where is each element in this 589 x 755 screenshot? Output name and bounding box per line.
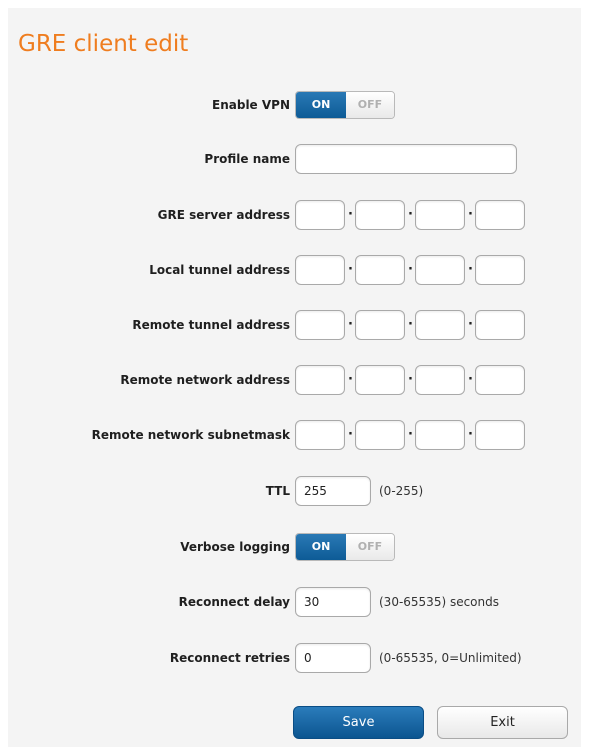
octet-separator: · [468, 317, 473, 332]
octet-separator: · [468, 262, 473, 277]
enable-vpn-on[interactable]: ON [296, 92, 346, 118]
remote-network-address-label: Remote network address [120, 373, 290, 387]
profile-name-label: Profile name [204, 152, 290, 166]
gre-server-address-label: GRE server address [157, 208, 290, 222]
reconnect-retries-row: Reconnect retries (0-65535, 0=Unlimited) [8, 643, 581, 673]
remote-network-subnetmask-row: Remote network subnetmask · · · [8, 420, 581, 450]
octet-separator: · [408, 372, 413, 387]
local-tunnel-octet-3[interactable] [415, 255, 465, 285]
octet-separator: · [348, 317, 353, 332]
subnetmask-octet-4[interactable] [475, 420, 525, 450]
octet-separator: · [348, 372, 353, 387]
reconnect-delay-hint: (30-65535) seconds [379, 595, 499, 609]
enable-vpn-toggle[interactable]: ON OFF [295, 91, 395, 119]
enable-vpn-label: Enable VPN [212, 98, 290, 112]
octet-separator: · [408, 207, 413, 222]
local-tunnel-octet-4[interactable] [475, 255, 525, 285]
octet-separator: · [408, 262, 413, 277]
subnetmask-octet-2[interactable] [355, 420, 405, 450]
ttl-label: TTL [265, 484, 290, 498]
remote-network-octet-4[interactable] [475, 365, 525, 395]
verbose-logging-label: Verbose logging [180, 540, 290, 554]
reconnect-retries-label: Reconnect retries [169, 651, 290, 665]
exit-button[interactable]: Exit [437, 706, 568, 739]
gre-server-octet-4[interactable] [475, 200, 525, 230]
reconnect-retries-input[interactable] [295, 643, 371, 673]
reconnect-delay-input[interactable] [295, 587, 371, 617]
remote-network-address-row: Remote network address · · · [8, 365, 581, 395]
subnetmask-octet-1[interactable] [295, 420, 345, 450]
enable-vpn-off[interactable]: OFF [346, 92, 394, 118]
ttl-row: TTL (0-255) [8, 476, 581, 506]
octet-separator: · [468, 372, 473, 387]
reconnect-retries-hint: (0-65535, 0=Unlimited) [379, 651, 522, 665]
gre-server-octet-1[interactable] [295, 200, 345, 230]
remote-network-octet-3[interactable] [415, 365, 465, 395]
gre-server-octet-2[interactable] [355, 200, 405, 230]
page-title: GRE client edit [18, 31, 189, 57]
remote-tunnel-octet-3[interactable] [415, 310, 465, 340]
octet-separator: · [408, 427, 413, 442]
gre-server-octet-3[interactable] [415, 200, 465, 230]
reconnect-delay-row: Reconnect delay (30-65535) seconds [8, 587, 581, 617]
enable-vpn-row: Enable VPN ON OFF [8, 90, 581, 120]
remote-network-subnetmask-label: Remote network subnetmask [91, 428, 290, 442]
verbose-logging-row: Verbose logging ON OFF [8, 532, 581, 562]
verbose-logging-on[interactable]: ON [296, 534, 346, 560]
profile-name-input[interactable] [295, 144, 517, 174]
profile-name-row: Profile name [8, 144, 581, 174]
remote-tunnel-octet-2[interactable] [355, 310, 405, 340]
verbose-logging-off[interactable]: OFF [346, 534, 394, 560]
local-tunnel-address-label: Local tunnel address [149, 263, 290, 277]
octet-separator: · [468, 207, 473, 222]
remote-tunnel-address-row: Remote tunnel address · · · [8, 310, 581, 340]
save-button[interactable]: Save [293, 706, 424, 739]
local-tunnel-octet-2[interactable] [355, 255, 405, 285]
verbose-logging-toggle[interactable]: ON OFF [295, 533, 395, 561]
remote-tunnel-octet-1[interactable] [295, 310, 345, 340]
local-tunnel-octet-1[interactable] [295, 255, 345, 285]
octet-separator: · [348, 427, 353, 442]
reconnect-delay-label: Reconnect delay [178, 595, 290, 609]
remote-network-octet-1[interactable] [295, 365, 345, 395]
remote-network-octet-2[interactable] [355, 365, 405, 395]
remote-tunnel-octet-4[interactable] [475, 310, 525, 340]
ttl-input[interactable] [295, 476, 371, 506]
local-tunnel-address-row: Local tunnel address · · · [8, 255, 581, 285]
subnetmask-octet-3[interactable] [415, 420, 465, 450]
octet-separator: · [408, 317, 413, 332]
ttl-hint: (0-255) [379, 484, 424, 498]
remote-tunnel-address-label: Remote tunnel address [132, 318, 290, 332]
form-panel: GRE client edit Enable VPN ON OFF Profil… [8, 8, 581, 747]
octet-separator: · [468, 427, 473, 442]
gre-server-address-row: GRE server address · · · [8, 200, 581, 230]
octet-separator: · [348, 207, 353, 222]
octet-separator: · [348, 262, 353, 277]
